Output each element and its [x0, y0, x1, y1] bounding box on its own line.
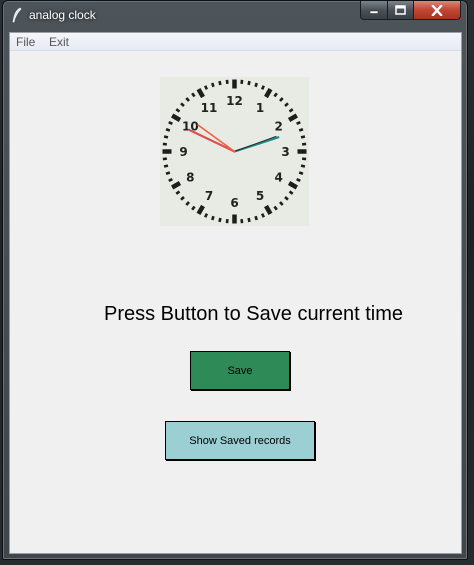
close-icon: [431, 4, 443, 16]
minute-tick: [298, 128, 304, 132]
clock-number: 3: [281, 145, 289, 159]
save-button[interactable]: Save: [190, 351, 290, 390]
minute-tick: [254, 82, 258, 88]
menu-file[interactable]: File: [16, 35, 35, 49]
close-button[interactable]: [414, 1, 461, 20]
menu-bar: File Exit: [10, 33, 461, 51]
clock-number: 5: [256, 189, 264, 203]
minute-tick: [298, 171, 304, 175]
clock-number: 4: [274, 171, 282, 185]
minute-tick: [204, 85, 209, 90]
minute-tick: [260, 213, 265, 218]
clock-number: 2: [274, 120, 282, 134]
minute-tick: [247, 217, 251, 223]
clock-face: 12 1234567891011: [160, 77, 309, 226]
minute-tick: [168, 121, 173, 126]
minute-tick: [300, 135, 306, 139]
menu-exit[interactable]: Exit: [49, 35, 69, 49]
client-area: File Exit 12 1 2 3 4 5 6 7 8 9 10 11 Press Button t…: [9, 32, 462, 554]
instruction-text: Press Button to Save current time: [104, 303, 404, 325]
minute-tick: [300, 164, 306, 168]
minute-tick: [260, 85, 265, 90]
minute-tick: [163, 164, 169, 168]
minute-tick: [211, 82, 215, 88]
minute-tick: [163, 135, 169, 139]
analog-clock: 12 1 2 3 4 5 6 7 8 9 10 11: [160, 77, 309, 226]
clock-number: 6: [230, 196, 238, 210]
minute-tick: [218, 217, 222, 223]
show-saved-records-button[interactable]: Show Saved records: [165, 421, 315, 460]
clock-number: 9: [179, 145, 187, 159]
feather-icon: [12, 7, 22, 23]
minute-tick: [204, 213, 209, 218]
clock-number: 11: [201, 101, 218, 115]
minute-tick: [247, 80, 251, 86]
maximize-icon: [395, 5, 406, 15]
minute-tick: [296, 177, 301, 182]
title-bar[interactable]: analog clock: [3, 1, 467, 31]
maximize-button[interactable]: [388, 1, 414, 20]
minimize-button[interactable]: [360, 1, 388, 20]
minute-tick: [165, 128, 171, 132]
window-controls: [360, 1, 461, 20]
minimize-icon: [369, 10, 379, 14]
clock-number: 8: [186, 171, 194, 185]
clock-number: 12: [226, 94, 243, 108]
minute-tick: [218, 80, 222, 86]
minute-tick: [296, 121, 301, 126]
clock-number: 7: [205, 189, 213, 203]
window-title: analog clock: [29, 8, 96, 22]
minute-tick: [165, 171, 171, 175]
app-window: analog clock File Exit 12 1 2 3 4 5 6 7 8 9 10 11: [2, 0, 468, 560]
minute-tick: [211, 215, 215, 221]
minute-tick: [168, 177, 173, 182]
clock-number: 1: [256, 101, 264, 115]
minute-tick: [254, 215, 258, 221]
